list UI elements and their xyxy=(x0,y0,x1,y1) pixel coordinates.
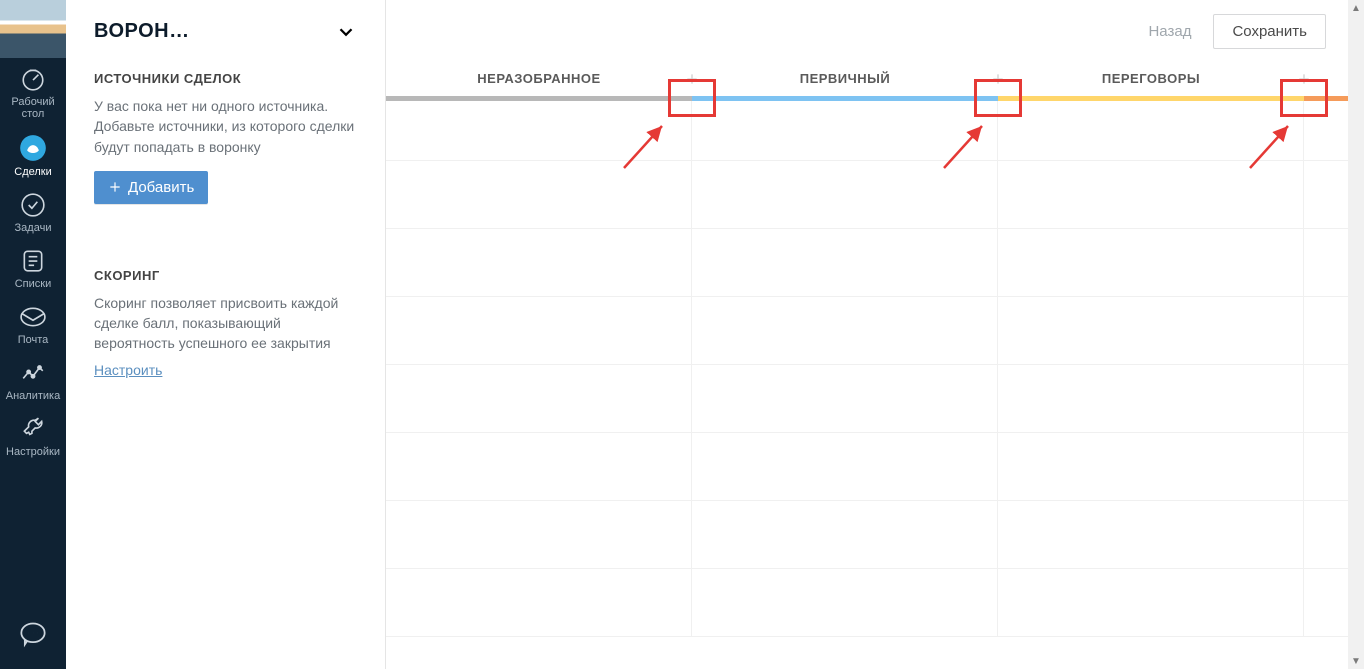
nav-item-label: Задачи xyxy=(15,222,52,234)
funnel-title: ВОРОН… xyxy=(94,20,190,43)
board-cell[interactable] xyxy=(998,297,1304,364)
nav-item-label: Списки xyxy=(15,278,52,290)
deals-icon xyxy=(19,134,47,162)
board-cell[interactable] xyxy=(998,229,1304,296)
sources-description: У вас пока нет ни одного источника. Доба… xyxy=(94,96,357,157)
board-cell[interactable] xyxy=(692,569,998,636)
board-grid xyxy=(386,101,1348,637)
board-row xyxy=(386,101,1348,161)
lists-icon xyxy=(20,248,46,274)
board-cell[interactable] xyxy=(1304,297,1348,364)
board-cell[interactable] xyxy=(386,501,692,568)
board-row xyxy=(386,433,1348,501)
scoring-heading: СКОРИНГ xyxy=(94,268,357,283)
board-cell[interactable] xyxy=(1304,161,1348,228)
settings-icon xyxy=(20,416,46,442)
board-cell[interactable] xyxy=(1304,501,1348,568)
nav-item-desktop[interactable]: Рабочий стол xyxy=(0,58,66,126)
back-button[interactable]: Назад xyxy=(1138,15,1201,48)
board-cell[interactable] xyxy=(998,569,1304,636)
board: НЕРАЗОБРАННОЕ ПЕРВИЧНЫЙ ПЕРЕГОВОРЫ xyxy=(386,62,1348,669)
plus-icon xyxy=(1296,71,1312,87)
nav-item-deals[interactable]: Сделки xyxy=(0,126,66,184)
nav-item-label: Аналитика xyxy=(6,390,60,402)
board-cell[interactable] xyxy=(386,101,692,160)
avatar[interactable] xyxy=(0,0,66,58)
stage-title: НЕРАЗОБРАННОЕ xyxy=(386,71,692,96)
sources-section: ИСТОЧНИКИ СДЕЛОК У вас пока нет ни одног… xyxy=(66,57,385,214)
nav-item-label: Настройки xyxy=(6,446,60,458)
nav-item-mail[interactable]: Почта xyxy=(0,296,66,352)
dashboard-icon xyxy=(20,66,46,92)
side-panel: ВОРОН… ИСТОЧНИКИ СДЕЛОК У вас пока нет н… xyxy=(66,0,386,669)
nav-item-label: Рабочий стол xyxy=(11,96,54,120)
board-cell[interactable] xyxy=(386,229,692,296)
scroll-down-icon[interactable]: ▼ xyxy=(1348,653,1364,669)
chat-icon xyxy=(19,620,47,648)
board-cell[interactable] xyxy=(1304,433,1348,500)
board-cell[interactable] xyxy=(1304,569,1348,636)
board-cell[interactable] xyxy=(386,569,692,636)
topbar: Назад Сохранить xyxy=(386,0,1348,62)
board-cell[interactable] xyxy=(386,297,692,364)
board-cell[interactable] xyxy=(692,501,998,568)
scroll-track[interactable] xyxy=(1348,16,1364,653)
stage-header[interactable]: ПЕРЕГОВОРЫ xyxy=(998,71,1304,96)
board-cell[interactable] xyxy=(386,365,692,432)
stage-header-row: НЕРАЗОБРАННОЕ ПЕРВИЧНЫЙ ПЕРЕГОВОРЫ xyxy=(386,62,1348,96)
mail-icon xyxy=(20,304,46,330)
board-cell[interactable] xyxy=(998,433,1304,500)
board-row xyxy=(386,297,1348,365)
chevron-down-icon[interactable] xyxy=(335,21,357,43)
board-cell[interactable] xyxy=(692,433,998,500)
stage-header[interactable] xyxy=(1304,86,1348,96)
scroll-up-icon[interactable]: ▲ xyxy=(1348,0,1364,16)
add-source-label: Добавить xyxy=(128,179,194,196)
sources-heading: ИСТОЧНИКИ СДЕЛОК xyxy=(94,71,357,86)
board-cell[interactable] xyxy=(692,365,998,432)
page-scrollbar[interactable]: ▲ ▼ xyxy=(1348,0,1364,669)
board-cell[interactable] xyxy=(1304,365,1348,432)
board-row xyxy=(386,569,1348,637)
board-cell[interactable] xyxy=(998,365,1304,432)
nav-item-label: Почта xyxy=(18,334,49,346)
main-area: Назад Сохранить НЕРАЗОБРАННОЕ ПЕРВИЧНЫЙ … xyxy=(386,0,1348,669)
board-cell[interactable] xyxy=(998,161,1304,228)
board-cell[interactable] xyxy=(998,101,1304,160)
board-cell[interactable] xyxy=(1304,229,1348,296)
board-cell[interactable] xyxy=(998,501,1304,568)
board-cell[interactable] xyxy=(386,161,692,228)
scoring-description: Скоринг позволяет присвоить каждой сделк… xyxy=(94,293,357,354)
board-row xyxy=(386,161,1348,229)
board-cell[interactable] xyxy=(386,433,692,500)
board-cell[interactable] xyxy=(692,101,998,160)
nav-item-chat[interactable] xyxy=(19,602,47,669)
board-cell[interactable] xyxy=(692,229,998,296)
nav-rail: Рабочий стол Сделки Задачи Списки Почта … xyxy=(0,0,66,669)
stage-header[interactable]: НЕРАЗОБРАННОЕ xyxy=(386,71,692,96)
scoring-section: СКОРИНГ Скоринг позволяет присвоить кажд… xyxy=(66,254,385,388)
nav-item-label: Сделки xyxy=(14,166,52,178)
board-cell[interactable] xyxy=(692,161,998,228)
stage-title: ПЕРВИЧНЫЙ xyxy=(692,71,998,96)
nav-item-tasks[interactable]: Задачи xyxy=(0,184,66,240)
nav-item-settings[interactable]: Настройки xyxy=(0,408,66,464)
board-cell[interactable] xyxy=(692,297,998,364)
add-source-button[interactable]: Добавить xyxy=(94,171,208,204)
board-row xyxy=(386,501,1348,569)
stage-title xyxy=(1304,86,1348,96)
nav-item-analytics[interactable]: Аналитика xyxy=(0,352,66,408)
scoring-configure-link[interactable]: Настроить xyxy=(94,362,162,378)
save-button[interactable]: Сохранить xyxy=(1213,14,1326,49)
board-cell[interactable] xyxy=(1304,101,1348,160)
analytics-icon xyxy=(20,360,46,386)
board-row xyxy=(386,365,1348,433)
stage-header[interactable]: ПЕРВИЧНЫЙ xyxy=(692,71,998,96)
nav-item-lists[interactable]: Списки xyxy=(0,240,66,296)
stage-title: ПЕРЕГОВОРЫ xyxy=(998,71,1304,96)
board-row xyxy=(386,229,1348,297)
plus-icon xyxy=(108,180,122,194)
tasks-icon xyxy=(20,192,46,218)
